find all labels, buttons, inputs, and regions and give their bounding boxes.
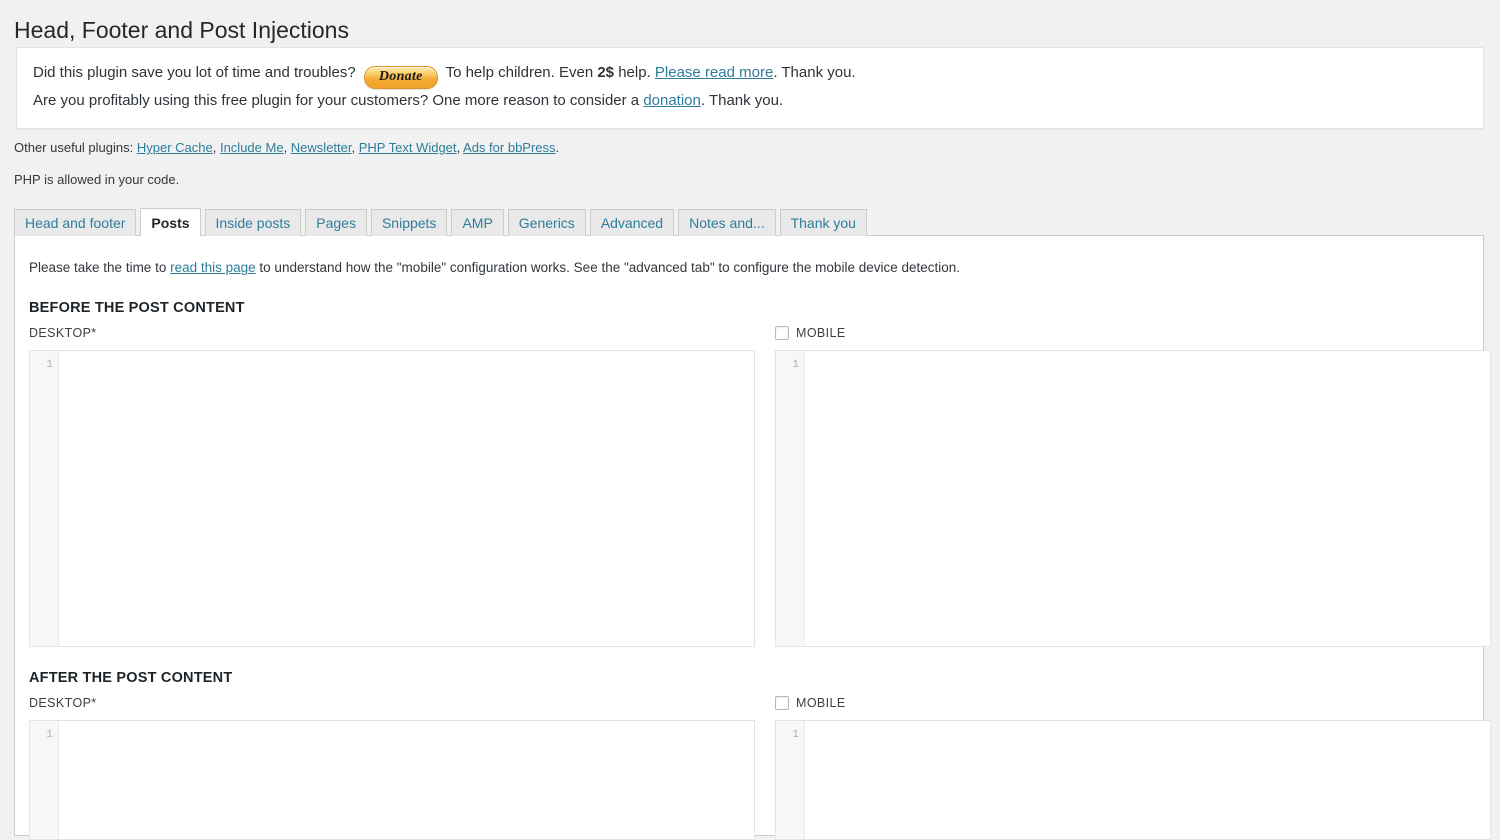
line-number: 1 (776, 358, 804, 373)
tab-pages[interactable]: Pages (305, 209, 367, 238)
tab-generics[interactable]: Generics (508, 209, 586, 238)
after-mobile-code-editor[interactable]: 1 (775, 720, 1491, 840)
donation-notice-line-2: Are you profitably using this free plugi… (33, 90, 1467, 112)
before-mobile-code-editor[interactable]: 1 (775, 350, 1491, 647)
before-desktop-code-editor[interactable]: 1 (29, 350, 755, 647)
tab-posts[interactable]: Posts (140, 208, 200, 239)
before-desktop-column: DESKTOP* 1 (29, 325, 755, 647)
before-post-content-row: DESKTOP* 1 MOBILE 1 (29, 325, 1469, 647)
tab-inside-posts[interactable]: Inside posts (205, 209, 302, 238)
notice-text-6: . Thank you. (701, 92, 783, 109)
plugin-link-newsletter[interactable]: Newsletter (291, 140, 352, 155)
after-desktop-column: DESKTOP* 1 (29, 695, 755, 840)
other-plugins-prefix: Other useful plugins: (14, 140, 133, 155)
section-title-before-post-content: BEFORE THE POST CONTENT (29, 300, 1469, 316)
tab-snippets[interactable]: Snippets (371, 209, 447, 238)
notice-amount: 2$ (597, 64, 614, 81)
php-allowed-notice: PHP is allowed in your code. (0, 171, 179, 188)
before-mobile-gutter: 1 (776, 351, 805, 646)
notice-text-2: To help children. Even (446, 64, 594, 81)
panel-intro-prefix: Please take the time to (29, 260, 166, 275)
tab-amp[interactable]: AMP (451, 209, 503, 238)
after-desktop-code-editor[interactable]: 1 (29, 720, 755, 840)
plugin-link-include-me[interactable]: Include Me (220, 140, 284, 155)
plugin-link-hyper-cache[interactable]: Hyper Cache (137, 140, 213, 155)
before-mobile-column: MOBILE 1 (775, 325, 1491, 647)
posts-tab-panel: Please take the time to read this page t… (14, 236, 1484, 836)
after-desktop-label: DESKTOP* (29, 696, 97, 711)
after-desktop-gutter: 1 (30, 721, 59, 839)
plugin-link-ads-for-bbpress[interactable]: Ads for bbPress (463, 140, 556, 155)
notice-text-5: Are you profitably using this free plugi… (33, 92, 639, 109)
donation-link[interactable]: donation (643, 92, 701, 109)
after-mobile-label-line: MOBILE (775, 695, 1491, 711)
notice-text-4: . Thank you. (773, 64, 855, 81)
tab-notes-and[interactable]: Notes and... (678, 209, 776, 238)
after-mobile-checkbox[interactable] (775, 696, 789, 710)
line-number: 1 (30, 358, 58, 373)
before-mobile-code-input[interactable] (805, 351, 1490, 646)
read-this-page-link[interactable]: read this page (170, 260, 256, 275)
tab-head-and-footer[interactable]: Head and footer (14, 209, 136, 238)
donate-button[interactable]: Donate (364, 66, 438, 89)
other-plugins-suffix: . (556, 140, 560, 155)
donation-notice: Did this plugin save you lot of time and… (16, 47, 1484, 129)
after-post-content-row: DESKTOP* 1 MOBILE 1 (29, 695, 1469, 840)
before-desktop-label-line: DESKTOP* (29, 325, 755, 341)
other-useful-plugins: Other useful plugins: Hyper Cache, Inclu… (0, 139, 559, 156)
before-mobile-label: MOBILE (796, 326, 846, 341)
line-number: 1 (776, 728, 804, 743)
section-title-after-post-content: AFTER THE POST CONTENT (29, 670, 1469, 686)
after-desktop-label-line: DESKTOP* (29, 695, 755, 711)
before-mobile-checkbox[interactable] (775, 326, 789, 340)
plugin-link-php-text-widget[interactable]: PHP Text Widget (359, 140, 457, 155)
line-number: 1 (30, 728, 58, 743)
tab-bar: Head and footer Posts Inside posts Pages… (14, 207, 1484, 236)
tab-advanced[interactable]: Advanced (590, 209, 674, 238)
panel-intro-suffix: to understand how the "mobile" configura… (259, 260, 960, 275)
notice-text-3: help. (618, 64, 651, 81)
before-desktop-code-input[interactable] (59, 351, 754, 646)
please-read-more-link[interactable]: Please read more (655, 64, 773, 81)
tab-thank-you[interactable]: Thank you (780, 209, 867, 238)
before-mobile-label-line: MOBILE (775, 325, 1491, 341)
notice-text-1: Did this plugin save you lot of time and… (33, 64, 356, 81)
after-mobile-gutter: 1 (776, 721, 805, 839)
donation-notice-line-1: Did this plugin save you lot of time and… (33, 62, 1467, 89)
before-desktop-gutter: 1 (30, 351, 59, 646)
after-mobile-label: MOBILE (796, 696, 846, 711)
after-mobile-column: MOBILE 1 (775, 695, 1491, 840)
after-desktop-code-input[interactable] (59, 721, 754, 839)
after-mobile-code-input[interactable] (805, 721, 1490, 839)
before-desktop-label: DESKTOP* (29, 326, 97, 341)
panel-intro: Please take the time to read this page t… (29, 259, 1469, 277)
